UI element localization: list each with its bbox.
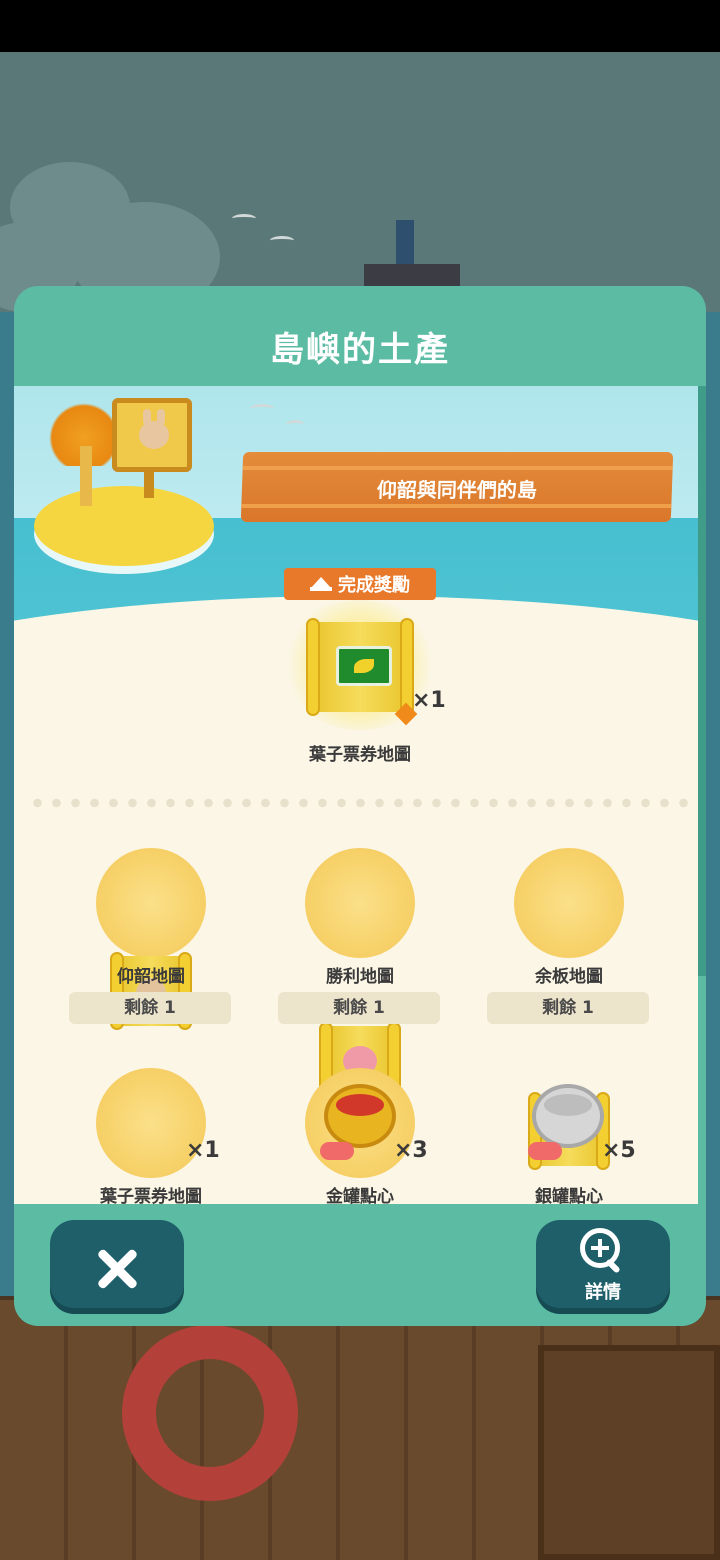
reward-name: 葉子票券地圖	[309, 745, 411, 765]
completion-reward-tag: 完成獎勵	[284, 568, 436, 600]
item-quantity: ×3	[394, 1138, 428, 1163]
close-icon	[96, 1248, 138, 1290]
completion-reward-label: 完成獎勵	[338, 575, 410, 596]
item-name: 仰韶地圖	[117, 967, 185, 987]
item-badge	[305, 848, 415, 958]
seagull-icon	[270, 236, 294, 245]
close-button[interactable]	[50, 1220, 184, 1308]
wooden-crate	[538, 1345, 720, 1560]
item-remaining: 剩餘 1	[278, 992, 440, 1024]
item-quantity: ×1	[186, 1138, 220, 1163]
dotted-divider	[28, 798, 688, 808]
item-badge	[96, 848, 206, 958]
item-name: 葉子票券地圖	[100, 1187, 202, 1204]
life-buoy-icon	[122, 1325, 298, 1501]
status-bar	[0, 0, 720, 52]
island-icon	[34, 486, 214, 566]
bunny-signboard-icon	[112, 398, 192, 472]
details-button[interactable]: 詳情	[536, 1220, 670, 1308]
ship-icon	[364, 220, 460, 290]
background-sky	[0, 52, 720, 312]
seagull-icon	[250, 404, 274, 413]
island-name: 仰韶與同伴們的島	[376, 478, 538, 502]
leaf-ticket-map-icon[interactable]	[306, 618, 418, 726]
seagull-icon	[286, 420, 304, 429]
item-name: 金罐點心	[326, 1187, 394, 1204]
scrollbar[interactable]	[698, 386, 706, 976]
details-label: 詳情	[585, 1282, 621, 1303]
item-name: 余板地圖	[535, 967, 603, 987]
item-quantity: ×5	[602, 1138, 636, 1163]
signpost	[144, 472, 154, 498]
item-name: 勝利地圖	[326, 967, 394, 987]
gold-can-snack-icon[interactable]	[324, 1084, 396, 1148]
palm-trunk	[80, 446, 92, 506]
item-remaining: 剩餘 1	[487, 992, 649, 1024]
candy-icon	[320, 1142, 354, 1160]
silver-can-snack-icon[interactable]	[532, 1084, 604, 1148]
item-name: 銀罐點心	[535, 1187, 603, 1204]
crown-icon	[310, 577, 332, 591]
reward-quantity: ×1	[412, 688, 446, 713]
bunny-face-icon	[139, 409, 169, 449]
item-remaining: 剩餘 1	[69, 992, 231, 1024]
dialog-content[interactable]: 仰韶與同伴們的島 完成獎勵 ×1 葉子票券地圖 仰韶地圖 剩餘 1 勝利地圖 剩…	[14, 386, 698, 1204]
zoom-in-icon	[580, 1228, 624, 1274]
seagull-icon	[232, 214, 256, 223]
island-name-banner: 仰韶與同伴們的島	[240, 452, 674, 522]
item-badge	[514, 848, 624, 958]
candy-icon	[528, 1142, 562, 1160]
dialog-title: 島嶼的土產	[270, 330, 450, 370]
island-produce-dialog: 島嶼的土產 仰韶與同伴們的島 完成獎勵 ×1 葉子票券地圖 仰韶地圖 剩餘 1 …	[14, 286, 706, 1326]
